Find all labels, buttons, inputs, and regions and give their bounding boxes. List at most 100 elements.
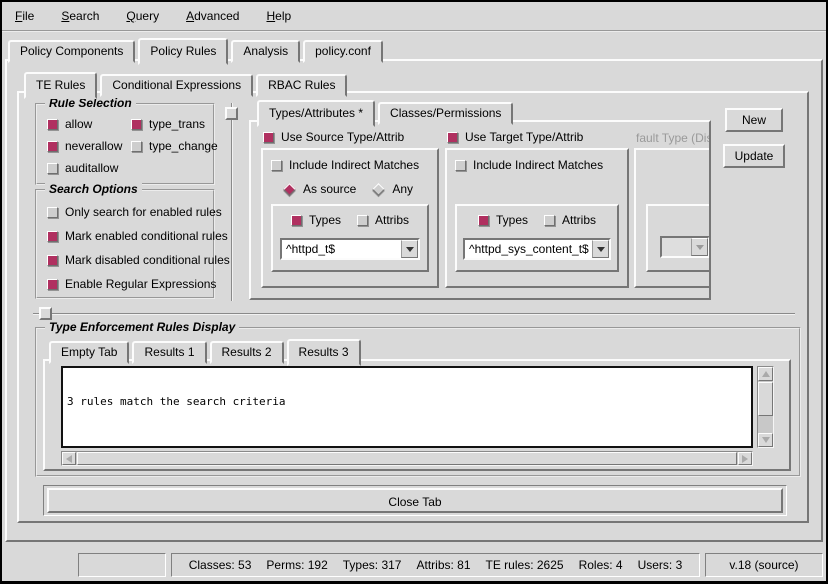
tab-results-3[interactable]: Results 3 — [287, 339, 361, 366]
checkbox-indicator-icon — [47, 119, 58, 130]
horizontal-sash-handle[interactable] — [39, 307, 52, 320]
tab-conditional-expressions[interactable]: Conditional Expressions — [100, 74, 253, 97]
radio-indicator-icon — [283, 183, 296, 196]
tab-rbac-rules[interactable]: RBAC Rules — [256, 74, 347, 97]
results-text-area[interactable]: 3 rules match the search criteria (5822)… — [61, 366, 753, 448]
results-horizontal-scrollbar[interactable] — [61, 451, 753, 466]
stat-roles: Roles: 4 — [579, 558, 623, 572]
checkbox-label: Attribs — [562, 213, 596, 227]
checkbox-auditallow[interactable]: auditallow — [47, 161, 125, 175]
checkbox-type-change[interactable]: type_change — [131, 139, 218, 153]
tab-policy-rules[interactable]: Policy Rules — [138, 38, 228, 65]
checkbox-use-target-type[interactable]: Use Target Type/Attrib — [447, 130, 583, 144]
source-type-combobox[interactable]: ^httpd_t$ — [280, 238, 420, 260]
checkbox-label: Mark enabled conditional rules — [65, 229, 228, 243]
checkbox-only-enabled-rules[interactable]: Only search for enabled rules — [47, 205, 213, 219]
checkbox-indicator-icon — [291, 215, 302, 226]
update-button[interactable]: Update — [723, 144, 785, 168]
source-criteria-frame: Include Indirect Matches As source Any — [261, 148, 439, 288]
search-options-group: Search Options Only search for enabled r… — [35, 189, 215, 299]
checkbox-label: Types — [309, 213, 341, 227]
search-options-title: Search Options — [45, 182, 142, 196]
checkbox-target-attribs[interactable]: Attribs — [544, 213, 596, 227]
checkbox-source-indirect[interactable]: Include Indirect Matches — [271, 158, 419, 172]
tab-policy-conf[interactable]: policy.conf — [303, 40, 383, 63]
chevron-down-icon[interactable] — [592, 240, 609, 258]
menu-help[interactable]: Help — [266, 9, 291, 23]
checkbox-label: Types — [496, 213, 528, 227]
stat-users: Users: 3 — [638, 558, 683, 572]
combobox-value[interactable]: ^httpd_t$ — [282, 240, 401, 258]
combobox-value[interactable]: ^httpd_sys_content_t$ — [465, 240, 592, 258]
tab-types-attributes[interactable]: Types/Attributes * — [257, 100, 375, 127]
checkbox-indicator-icon — [131, 119, 142, 130]
checkbox-use-source-type[interactable]: Use Source Type/Attrib — [263, 130, 404, 144]
combobox-value — [662, 238, 691, 256]
checkbox-mark-disabled-conditional[interactable]: Mark disabled conditional rules — [47, 253, 213, 267]
checkbox-label: Use Source Type/Attrib — [281, 130, 404, 144]
checkbox-neverallow[interactable]: neverallow — [47, 139, 125, 153]
checkbox-indicator-icon — [455, 160, 466, 171]
menu-search[interactable]: Search — [61, 9, 99, 23]
checkbox-indicator-icon — [447, 132, 458, 143]
tab-analysis[interactable]: Analysis — [231, 40, 300, 63]
checkbox-enable-regex[interactable]: Enable Regular Expressions — [47, 277, 213, 291]
checkbox-source-types[interactable]: Types — [291, 213, 341, 227]
close-tab-frame: Close Tab — [43, 485, 787, 516]
tab-empty-tab[interactable]: Empty Tab — [49, 341, 129, 364]
checkbox-indicator-icon — [263, 132, 274, 143]
new-button[interactable]: New — [725, 108, 783, 132]
checkbox-label: allow — [65, 117, 92, 131]
checkbox-indicator-icon — [47, 141, 58, 152]
checkbox-source-attribs[interactable]: Attribs — [357, 213, 409, 227]
tab-classes-permissions[interactable]: Classes/Permissions — [378, 102, 513, 125]
scroll-up-icon[interactable] — [758, 367, 773, 381]
chevron-down-icon[interactable] — [401, 240, 418, 258]
tab-te-rules[interactable]: TE Rules — [24, 72, 97, 99]
horizontal-scroll-thumb[interactable] — [77, 452, 737, 465]
checkbox-label: auditallow — [65, 161, 118, 175]
tab-results-2[interactable]: Results 2 — [210, 341, 284, 364]
checkbox-target-types[interactable]: Types — [478, 213, 528, 227]
status-version-panel: v.18 (source) — [705, 553, 823, 577]
horizontal-pane-divider — [33, 313, 795, 315]
stat-perms: Perms: 192 — [266, 558, 327, 572]
default-type-frame — [634, 148, 711, 288]
tab-policy-components[interactable]: Policy Components — [8, 40, 135, 63]
vertical-pane-divider — [231, 103, 233, 301]
checkbox-indicator-icon — [47, 255, 58, 266]
checkbox-indicator-icon — [271, 160, 282, 171]
default-type-combobox — [660, 236, 710, 258]
checkbox-label: Include Indirect Matches — [289, 158, 419, 172]
results-tab-bar: Empty Tab Results 1 Results 2 Results 3 — [49, 339, 364, 364]
stat-attribs: Attribs: 81 — [416, 558, 470, 572]
rule-selection-group: Rule Selection allow type_trans neverall… — [35, 103, 215, 185]
status-stats-panel: Classes: 53 Perms: 192 Types: 317 Attrib… — [171, 553, 700, 577]
radio-indicator-icon — [372, 183, 385, 196]
radio-as-source[interactable]: As source — [283, 182, 356, 196]
vertical-sash-handle[interactable] — [225, 107, 238, 120]
checkbox-type-trans[interactable]: type_trans — [131, 117, 218, 131]
menu-query[interactable]: Query — [126, 9, 159, 23]
vertical-scroll-thumb[interactable] — [758, 382, 773, 416]
menu-advanced[interactable]: Advanced — [186, 9, 239, 23]
radio-any[interactable]: Any — [372, 182, 413, 196]
close-tab-button[interactable]: Close Tab — [47, 488, 783, 513]
checkbox-label: Mark disabled conditional rules — [65, 253, 230, 267]
chevron-down-icon — [691, 238, 708, 256]
checkbox-mark-enabled-conditional[interactable]: Mark enabled conditional rules — [47, 229, 213, 243]
results-vertical-scrollbar[interactable] — [757, 366, 774, 448]
results-display-group: Type Enforcement Rules Display Empty Tab… — [35, 327, 801, 477]
scroll-right-icon[interactable] — [738, 452, 752, 465]
checkbox-indicator-icon — [47, 231, 58, 242]
checkbox-label: type_change — [149, 139, 218, 153]
checkbox-allow[interactable]: allow — [47, 117, 125, 131]
te-rules-page: Rule Selection allow type_trans neverall… — [17, 91, 809, 523]
checkbox-target-indirect[interactable]: Include Indirect Matches — [455, 158, 603, 172]
target-type-combobox[interactable]: ^httpd_sys_content_t$ — [463, 238, 611, 260]
tab-results-1[interactable]: Results 1 — [132, 341, 206, 364]
scroll-left-icon[interactable] — [62, 452, 76, 465]
main-tab-bar: Policy Components Policy Rules Analysis … — [8, 38, 386, 63]
scroll-down-icon[interactable] — [758, 433, 773, 447]
menu-file[interactable]: File — [15, 9, 34, 23]
